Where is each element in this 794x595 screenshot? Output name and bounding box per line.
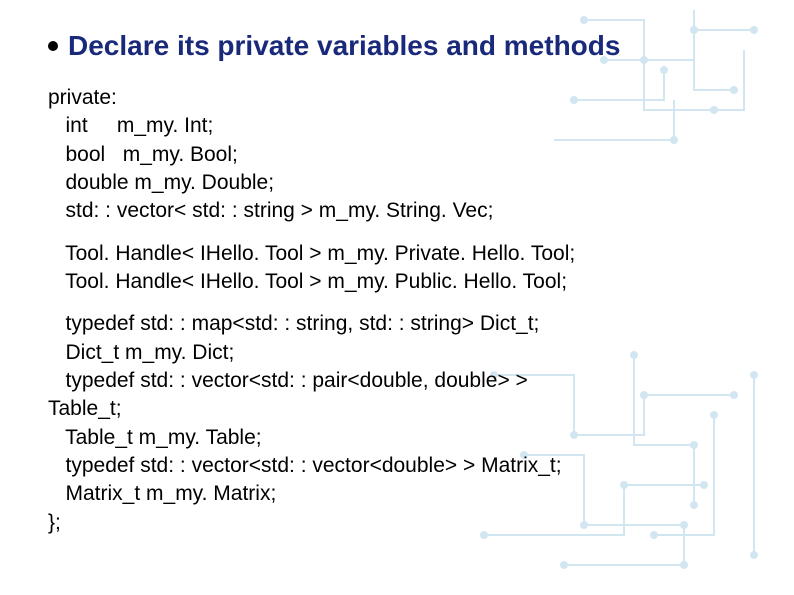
code-line: Matrix_t m_my. Matrix; [48,480,754,508]
code-line: typedef std: : vector<std: : vector<doub… [48,452,754,480]
code-line: Table_t; [48,395,754,423]
code-line: int m_my. Int; [48,112,754,140]
code-line: Table_t m_my. Table; [48,424,754,452]
code-line: std: : vector< std: : string > m_my. Str… [48,197,754,225]
code-line: typedef std: : map<std: : string, std: :… [48,310,754,338]
title-row: Declare its private variables and method… [48,30,754,62]
slide: Declare its private variables and method… [0,0,794,595]
code-line: }; [48,509,754,537]
slide-title: Declare its private variables and method… [68,30,620,62]
bullet-icon [48,41,58,51]
code-line: Tool. Handle< IHello. Tool > m_my. Priva… [48,240,754,268]
code-line: Dict_t m_my. Dict; [48,339,754,367]
code-line: private: [48,84,754,112]
code-line: double m_my. Double; [48,169,754,197]
code-block: private: int m_my. Int; bool m_my. Bool;… [48,84,754,537]
code-line: bool m_my. Bool; [48,141,754,169]
code-line: typedef std: : vector<std: : pair<double… [48,367,754,395]
code-line: Tool. Handle< IHello. Tool > m_my. Publi… [48,268,754,296]
